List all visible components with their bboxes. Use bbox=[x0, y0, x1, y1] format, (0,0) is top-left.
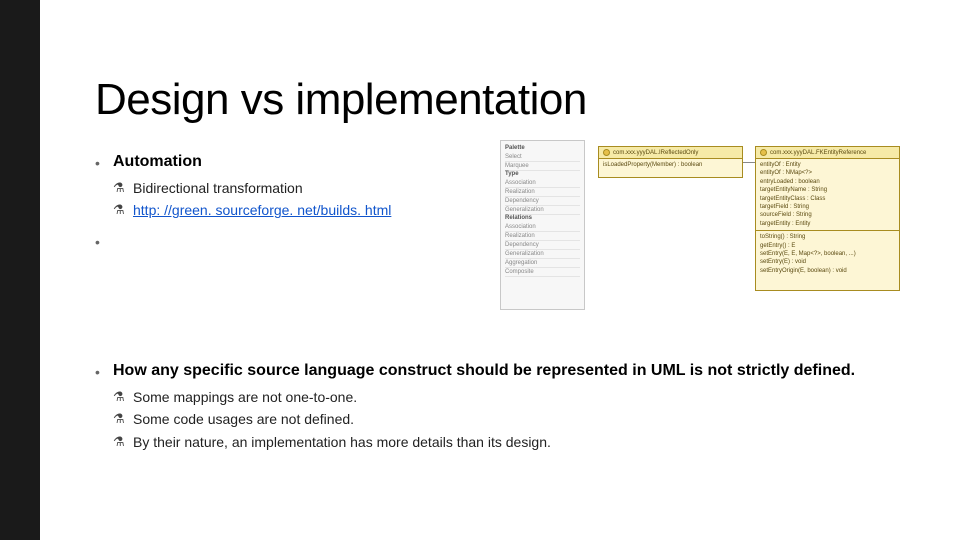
palette-row: Type bbox=[505, 171, 580, 177]
bullet-head: Automation bbox=[113, 153, 202, 170]
left-accent-band bbox=[0, 0, 40, 540]
class-divider bbox=[756, 230, 899, 231]
class-name: com.xxx.yyyDAL.FKEntityReference bbox=[770, 150, 866, 156]
sub-item: ⚗ Some code usages are not defined. bbox=[113, 408, 920, 430]
palette-row: Relations bbox=[505, 215, 580, 221]
uml-class-a: com.xxx.yyyDAL.IReflectedOnly isLoadedPr… bbox=[598, 146, 743, 178]
uml-class-b: com.xxx.yyyDAL.FKEntityReference entityO… bbox=[755, 146, 900, 291]
palette-row: Realization bbox=[505, 232, 580, 241]
sub-text: Bidirectional transformation bbox=[133, 180, 303, 196]
uml-figure: Palette Select Marquee Type Association … bbox=[500, 140, 905, 310]
palette-row: Realization bbox=[505, 188, 580, 197]
class-body: entityOf : Entity entityOf : NMap<?> ent… bbox=[756, 159, 899, 277]
class-member: targetField : String bbox=[760, 203, 895, 211]
palette-row: Aggregation bbox=[505, 259, 580, 268]
sub-bullet-icon: ⚗ bbox=[113, 387, 125, 408]
class-name-row: com.xxx.yyyDAL.FKEntityReference bbox=[756, 147, 899, 159]
palette-header: Palette bbox=[505, 145, 580, 151]
sub-text: By their nature, an implementation has m… bbox=[133, 434, 551, 450]
class-method: toString() : String bbox=[760, 233, 895, 241]
sub-item: ⚗ Some mappings are not one-to-one. bbox=[113, 386, 920, 408]
sub-text: Some code usages are not defined. bbox=[133, 411, 354, 427]
class-method: setEntry(E) : void bbox=[760, 258, 895, 266]
palette-row: Generalization bbox=[505, 206, 580, 215]
palette-row: Association bbox=[505, 223, 580, 232]
connector-line bbox=[743, 162, 755, 163]
sub-bullet-icon: ⚗ bbox=[113, 409, 125, 430]
palette-panel: Palette Select Marquee Type Association … bbox=[500, 140, 585, 310]
class-method: setEntry(E, E, Map<?>, boolean, ...) bbox=[760, 250, 895, 258]
class-member: isLoadedProperty(Member) : boolean bbox=[603, 161, 738, 169]
slide-title: Design vs implementation bbox=[95, 75, 920, 125]
class-method: setEntryOrigin(E, boolean) : void bbox=[760, 267, 895, 275]
class-member: entryLoaded : boolean bbox=[760, 178, 895, 186]
palette-row: Composite bbox=[505, 268, 580, 277]
class-name: com.xxx.yyyDAL.IReflectedOnly bbox=[613, 150, 698, 156]
palette-row: Dependency bbox=[505, 241, 580, 250]
class-body: isLoadedProperty(Member) : boolean bbox=[599, 159, 742, 171]
sub-bullet-icon: ⚗ bbox=[113, 178, 125, 199]
bullet-head: How any specific source language constru… bbox=[113, 362, 855, 379]
sub-item: ⚗ By their nature, an implementation has… bbox=[113, 431, 920, 453]
class-member: targetEntityName : String bbox=[760, 186, 895, 194]
slide: Design vs implementation Automation ⚗ Bi… bbox=[0, 0, 960, 540]
class-icon bbox=[760, 149, 767, 156]
class-member: targetEntity : Entity bbox=[760, 220, 895, 228]
palette-row: Generalization bbox=[505, 250, 580, 259]
sub-bullet-icon: ⚗ bbox=[113, 200, 125, 221]
class-name-row: com.xxx.yyyDAL.IReflectedOnly bbox=[599, 147, 742, 159]
palette-row: Dependency bbox=[505, 197, 580, 206]
class-member: targetEntityClass : Class bbox=[760, 195, 895, 203]
bullet-item: How any specific source language constru… bbox=[95, 362, 920, 453]
diagram-canvas: com.xxx.yyyDAL.IReflectedOnly isLoadedPr… bbox=[590, 140, 905, 310]
sub-list: ⚗ Some mappings are not one-to-one. ⚗ So… bbox=[113, 386, 920, 453]
palette-row: Marquee bbox=[505, 162, 580, 171]
palette-row: Select bbox=[505, 153, 580, 162]
class-member: entityOf : Entity bbox=[760, 161, 895, 169]
class-method: getEntry() : E bbox=[760, 242, 895, 250]
palette-row: Association bbox=[505, 179, 580, 188]
sub-bullet-icon: ⚗ bbox=[113, 432, 125, 453]
class-member: entityOf : NMap<?> bbox=[760, 169, 895, 177]
class-member: sourceField : String bbox=[760, 211, 895, 219]
sub-text: Some mappings are not one-to-one. bbox=[133, 389, 357, 405]
class-icon bbox=[603, 149, 610, 156]
link[interactable]: http: //green. sourceforge. net/builds. … bbox=[133, 202, 391, 218]
